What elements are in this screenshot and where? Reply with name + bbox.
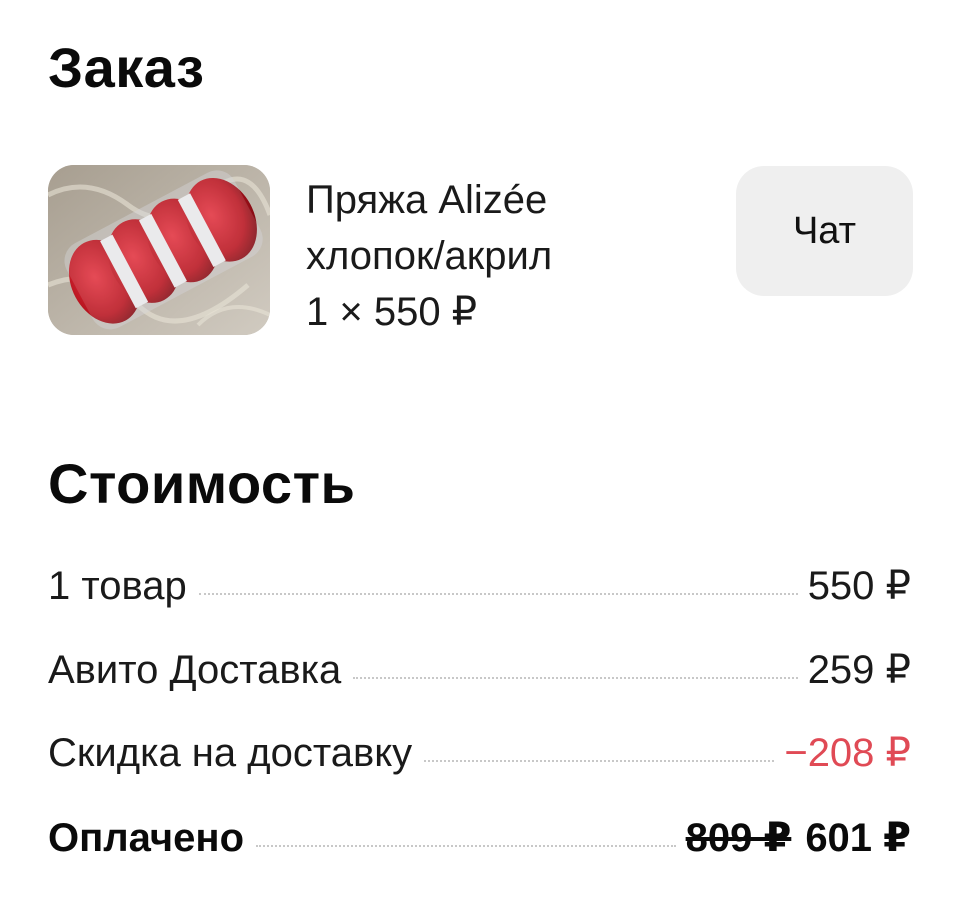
product-name-line1: Пряжа Alizée [306, 178, 548, 222]
cost-row-label: Скидка на доставку [48, 731, 413, 775]
cost-row-value: 259 ₽ [807, 648, 911, 692]
cost-title: Стоимость [48, 452, 356, 515]
product-image[interactable] [48, 165, 270, 335]
old-price: 809 ₽ [685, 816, 792, 860]
chat-button[interactable]: Чат [736, 166, 913, 296]
paid-label: Оплачено [48, 816, 244, 860]
dotted-leader [424, 760, 775, 762]
cost-row-value: 550 ₽ [807, 564, 911, 608]
paid-total: 601 ₽ [805, 816, 911, 860]
yarn-photo [48, 165, 270, 335]
order-title: Заказ [48, 36, 205, 99]
cost-row-label: Авито Доставка [48, 648, 342, 692]
dotted-leader [256, 845, 676, 847]
discount-value: −208 ₽ [784, 731, 911, 775]
cost-row-label: 1 товар [48, 564, 187, 608]
cost-row-discount: Скидка на доставку −208 ₽ [48, 725, 911, 781]
product-quantity-price: 1 × 550 ₽ [306, 290, 478, 334]
cost-row-delivery: Авито Доставка 259 ₽ [48, 642, 911, 698]
dotted-leader [198, 593, 798, 595]
product-info[interactable]: Пряжа Alizée хлопок/акрил 1 × 550 ₽ [306, 172, 552, 340]
paid-values: 809 ₽ 601 ₽ [686, 810, 911, 866]
cost-row-items: 1 товар 550 ₽ [48, 558, 911, 614]
dotted-leader [353, 677, 798, 679]
cost-row-paid: Оплачено 809 ₽ 601 ₽ [48, 810, 911, 866]
product-name-line2: хлопок/акрил [306, 234, 553, 278]
